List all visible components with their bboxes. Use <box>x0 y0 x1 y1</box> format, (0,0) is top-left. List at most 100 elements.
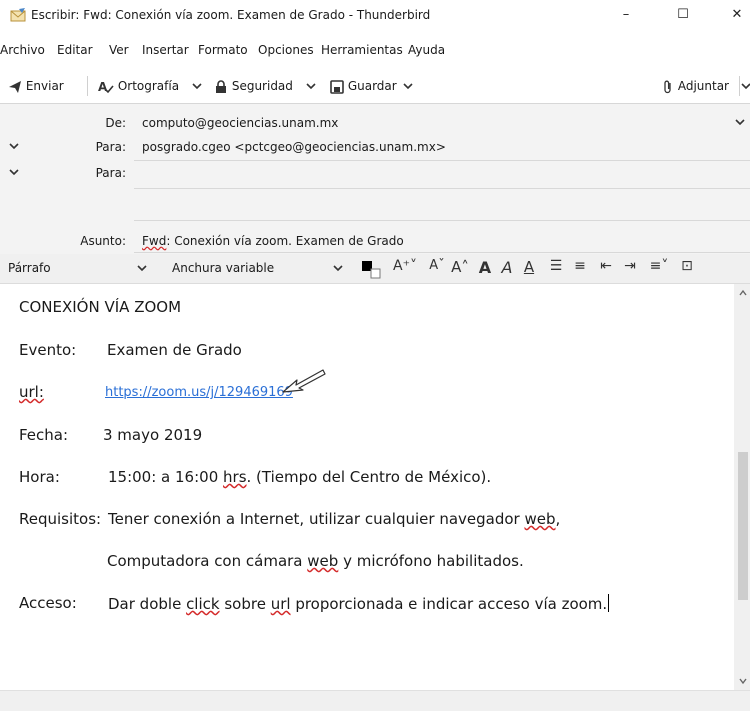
access-misspelled-url: url <box>270 595 291 613</box>
smaller-font-icon[interactable]: Aˇ <box>428 258 446 280</box>
time-value-text: 15:00: a 16:00 <box>108 468 224 486</box>
insert-icon[interactable]: ⊡ <box>678 258 696 280</box>
spelling-button[interactable]: A Ortografía <box>98 76 179 96</box>
menu-insertar[interactable]: Insertar <box>142 43 189 57</box>
scrollbar-thumb[interactable] <box>738 452 748 600</box>
from-label: De: <box>105 116 126 130</box>
to2-label: Para: <box>95 166 126 180</box>
body-heading: CONEXIÓN VÍA ZOOM <box>19 298 182 316</box>
to-field-divider <box>134 160 750 161</box>
save-button[interactable]: Guardar <box>330 76 397 96</box>
time-value-rest: . (Tiempo del Centro de México). <box>246 468 492 486</box>
mouse-pointer-icon <box>282 369 326 393</box>
svg-text:A: A <box>98 80 108 94</box>
time-label: Hora: <box>19 468 60 486</box>
larger-font-icon[interactable]: A˄ <box>450 258 470 280</box>
menu-formato[interactable]: Formato <box>198 43 248 57</box>
attach-button[interactable]: Adjuntar <box>662 76 729 96</box>
requirements-rest: , <box>555 510 561 528</box>
toolbar-separator <box>87 76 88 96</box>
status-bar <box>0 690 750 711</box>
subject-field[interactable]: Fwd: Conexión vía zoom. Examen de Grado <box>142 234 404 248</box>
menu-ver[interactable]: Ver <box>109 43 129 57</box>
access-text-e: proporcionada e indicar acceso vía zoom. <box>290 595 608 613</box>
to-label: Para: <box>95 140 126 154</box>
attach-dropdown-icon[interactable] <box>740 78 750 94</box>
subject-rest: : Conexión vía zoom. Examen de Grado <box>166 234 404 248</box>
menu-ayuda[interactable]: Ayuda <box>408 43 445 57</box>
access-label: Acceso: <box>19 594 77 612</box>
message-body-editor[interactable]: CONEXIÓN VÍA ZOOM Evento: Examen de Grad… <box>0 284 734 690</box>
scroll-up-icon[interactable] <box>738 288 748 298</box>
lock-icon <box>216 79 226 93</box>
align-dropdown-icon[interactable]: ≡˅ <box>646 258 672 280</box>
save-dropdown-icon[interactable] <box>402 78 414 94</box>
outdent-icon[interactable]: ⇤ <box>596 258 616 280</box>
indent-icon[interactable]: ⇥ <box>620 258 640 280</box>
compose-toolbar: Enviar A Ortografía Seguridad Guardar Ad… <box>0 68 750 104</box>
url-label: url: <box>19 383 44 401</box>
menu-bar: Archivo Editar Ver Insertar Formato Opci… <box>0 30 750 68</box>
menu-editar[interactable]: Editar <box>57 43 93 57</box>
window-title: Escribir: Fwd: Conexión vía zoom. Examen… <box>31 8 431 22</box>
close-button[interactable]: ✕ <box>714 0 750 30</box>
send-icon <box>9 80 21 93</box>
text-color-icon[interactable] <box>360 258 382 280</box>
subject-field-divider <box>134 252 750 253</box>
security-button[interactable]: Seguridad <box>214 76 293 96</box>
spelling-icon: A <box>98 80 114 94</box>
from-dropdown-icon[interactable] <box>734 118 746 128</box>
maximize-button[interactable]: ☐ <box>660 0 706 30</box>
spelling-label: Ortografía <box>117 79 180 93</box>
bold-icon[interactable]: A <box>476 258 494 280</box>
date-label: Fecha: <box>19 426 69 444</box>
send-label: Enviar <box>25 79 64 93</box>
spelling-dropdown-icon[interactable] <box>191 78 203 94</box>
empty-field-divider <box>134 220 750 221</box>
title-bar: Escribir: Fwd: Conexión vía zoom. Examen… <box>0 0 750 30</box>
minimize-button[interactable]: – <box>603 0 649 30</box>
menu-opciones[interactable]: Opciones <box>258 43 314 57</box>
requirements2-misspelled: web <box>307 552 339 570</box>
requirements-text: Tener conexión a Internet, utilizar cual… <box>108 510 525 528</box>
paragraph-format-select[interactable]: Párrafo <box>0 258 158 280</box>
time-value: 15:00: a 16:00 hrs. (Tiempo del Centro d… <box>108 468 491 486</box>
menu-herramientas[interactable]: Herramientas <box>321 43 403 57</box>
menu-archivo[interactable]: Archivo <box>0 43 45 57</box>
font-select[interactable]: Anchura variable <box>160 258 352 280</box>
thunderbird-compose-icon <box>10 8 26 22</box>
zoom-link[interactable]: https://zoom.us/j/129469169 <box>105 385 293 400</box>
bullet-list-icon[interactable]: ☰ <box>546 258 566 280</box>
from-select[interactable]: computo@geociencias.unam.mx <box>142 116 338 130</box>
event-label: Evento: <box>19 341 77 359</box>
requirements2-rest: y micrófono habilitados. <box>338 552 524 570</box>
compose-headers: De: computo@geociencias.unam.mx Para: po… <box>0 104 750 254</box>
save-icon <box>330 79 344 94</box>
requirements-value: Tener conexión a Internet, utilizar cual… <box>108 510 560 528</box>
attach-label: Adjuntar <box>677 79 729 93</box>
time-value-misspelled: hrs <box>223 468 247 486</box>
format-toolbar: Párrafo Anchura variable A⁺˅ Aˇ A˄ A A A… <box>0 254 750 284</box>
paperclip-icon <box>664 80 671 93</box>
to2-field-divider <box>134 188 750 189</box>
body-scrollbar[interactable] <box>734 284 750 690</box>
requirements-misspelled: web <box>524 510 556 528</box>
date-value: 3 mayo 2019 <box>103 426 203 444</box>
to-field[interactable]: posgrado.cgeo <pctcgeo@geociencias.unam.… <box>142 140 446 154</box>
access-misspelled-click: click <box>186 595 220 613</box>
send-button[interactable]: Enviar <box>8 76 64 96</box>
underline-icon[interactable]: A <box>520 258 538 280</box>
requirements-label: Requisitos: <box>19 510 102 528</box>
access-text-c: sobre <box>219 595 271 613</box>
font-select-value: Anchura variable <box>172 261 275 275</box>
scroll-down-icon[interactable] <box>738 676 748 686</box>
numbered-list-icon[interactable]: ≡ <box>570 258 590 280</box>
chevron-down-icon <box>333 265 343 272</box>
access-value: Dar doble click sobre url proporcionada … <box>108 594 610 613</box>
italic-icon[interactable]: A <box>498 258 516 280</box>
save-label: Guardar <box>347 79 397 93</box>
security-dropdown-icon[interactable] <box>305 78 317 94</box>
font-size-dropdown-icon[interactable]: A⁺˅ <box>388 258 422 280</box>
event-value: Examen de Grado <box>107 341 242 359</box>
requirements2-text: Computadora con cámara <box>107 552 308 570</box>
